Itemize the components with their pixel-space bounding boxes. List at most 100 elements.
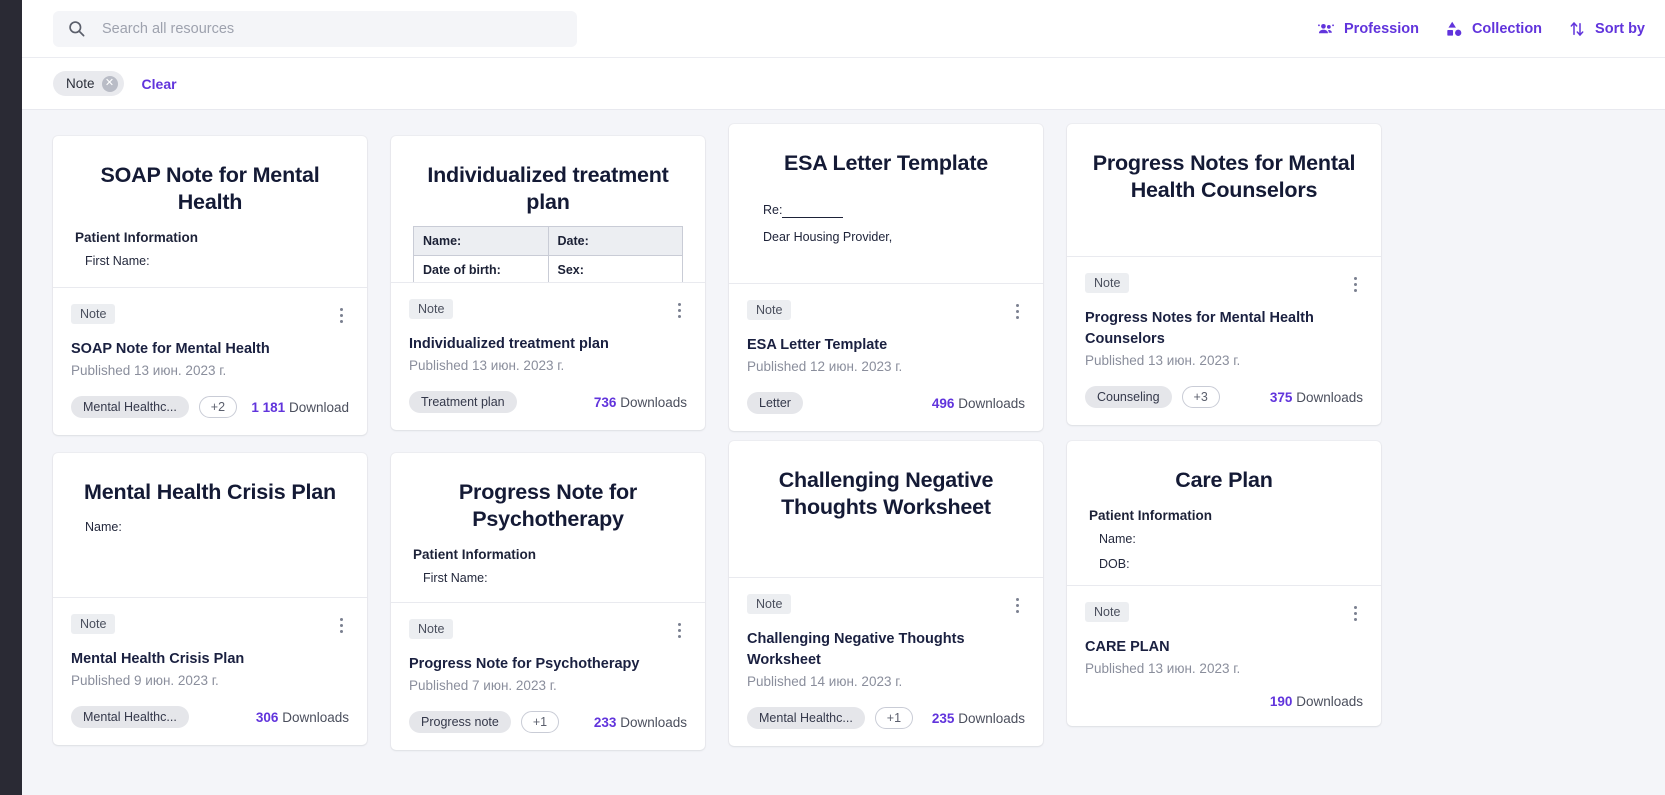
resource-type-badge: Note <box>71 304 115 324</box>
collection-filter-label: Collection <box>1472 21 1542 37</box>
card-downloads: 736 Downloads <box>594 395 687 410</box>
card-downloads-label: Downloads <box>958 396 1025 411</box>
profession-filter-button[interactable]: Profession <box>1317 20 1419 38</box>
resource-type-badge: Note <box>409 619 453 639</box>
card-preview: SOAP Note for Mental Health Patient Infor… <box>53 136 367 288</box>
card-tag-row: Letter 496 Downloads <box>747 392 1025 414</box>
card-tag[interactable]: Mental Healthc... <box>747 707 865 729</box>
card-downloads-count: 496 <box>932 396 955 411</box>
preview-body: Patient InformationFirst Name: <box>75 230 345 268</box>
card-tag-row: Counseling +3 375 Downloads <box>1085 386 1363 408</box>
resource-grid-row: Mental Health Crisis PlanName: Note Mental… <box>53 453 1665 750</box>
card-downloads-count: 1 181 <box>251 400 285 415</box>
card-tag[interactable]: Progress note <box>409 711 511 733</box>
card-downloads-count: 306 <box>256 710 279 725</box>
card-more-options-icon[interactable] <box>334 614 349 637</box>
card-downloads: 375 Downloads <box>1270 390 1363 405</box>
card-tag[interactable]: Mental Healthc... <box>71 706 189 728</box>
card-title[interactable]: Individualized treatment plan <box>409 334 687 355</box>
card-more-options-icon[interactable] <box>1010 300 1025 323</box>
card-tag[interactable]: Counseling <box>1085 386 1172 408</box>
preview-letter-re-label: Re: <box>763 203 782 217</box>
profession-filter-label: Profession <box>1344 21 1419 37</box>
preview-field-label: DOB: <box>1089 557 1359 571</box>
people-group-icon <box>1317 20 1335 38</box>
card-title[interactable]: ESA Letter Template <box>747 335 1025 356</box>
sort-by-label: Sort by <box>1595 21 1645 37</box>
card-tag[interactable]: Mental Healthc... <box>71 396 189 418</box>
card-more-options-icon[interactable] <box>1010 594 1025 617</box>
resource-type-badge: Note <box>747 594 791 614</box>
filter-chip-label: Note <box>66 76 95 91</box>
card-preview: Progress Notes for Mental Health Counsel… <box>1067 124 1381 257</box>
card-preview: Mental Health Crisis PlanName: <box>53 453 367 598</box>
preview-document-title: Mental Health Crisis Plan <box>75 479 345 506</box>
preview-table-cell: Date: <box>548 226 683 255</box>
resource-card[interactable]: Mental Health Crisis PlanName: Note Mental… <box>53 453 367 745</box>
card-more-options-icon[interactable] <box>672 619 687 642</box>
card-tag[interactable]: Treatment plan <box>409 391 517 413</box>
resource-card[interactable]: Progress Note for Psychotherapy Patient I… <box>391 453 705 750</box>
card-title[interactable]: Mental Health Crisis Plan <box>71 649 349 670</box>
card-published-date: Published 13 июн. 2023 г. <box>71 363 349 378</box>
card-more-options-icon[interactable] <box>334 304 349 327</box>
card-tag[interactable]: Letter <box>747 392 803 414</box>
preview-document-title: SOAP Note for Mental Health <box>75 162 345 216</box>
resource-type-badge: Note <box>71 614 115 634</box>
card-title[interactable]: CARE PLAN <box>1085 637 1363 658</box>
card-tag-row: Treatment plan 736 Downloads <box>409 391 687 413</box>
card-published-date: Published 9 июн. 2023 г. <box>71 673 349 688</box>
page-left-edge <box>0 0 22 795</box>
card-title[interactable]: Progress Note for Psychotherapy <box>409 654 687 675</box>
active-filters-bar: Note ✕ Clear <box>22 58 1665 110</box>
collection-filter-button[interactable]: Collection <box>1445 20 1542 38</box>
resource-card[interactable]: Progress Notes for Mental Health Counsel… <box>1067 124 1381 425</box>
resource-card[interactable]: Care PlanPatient InformationName:DOB: Not… <box>1067 441 1381 726</box>
search-input[interactable] <box>100 20 563 38</box>
preview-document-title: Individualized treatment plan <box>413 162 683 216</box>
card-more-options-icon[interactable] <box>1348 273 1363 296</box>
card-tag-overflow-count[interactable]: +3 <box>1182 386 1220 408</box>
card-footer-top: Note <box>1085 602 1363 625</box>
preview-table-row: Date of birth:Sex: <box>414 255 683 283</box>
card-tag-row: Mental Healthc... +1 235 Downloads <box>747 707 1025 729</box>
card-downloads: 235 Downloads <box>932 711 1025 726</box>
card-footer-top: Note <box>747 300 1025 323</box>
sort-by-button[interactable]: Sort by <box>1568 20 1645 38</box>
card-tag-overflow-count[interactable]: +1 <box>875 707 913 729</box>
card-footer: NoteProgress Note for PsychotherapyPubli… <box>391 603 705 750</box>
preview-section-heading: Patient Information <box>1089 508 1359 523</box>
card-downloads-count: 233 <box>594 715 617 730</box>
card-preview: Care PlanPatient InformationName:DOB: <box>1067 441 1381 586</box>
card-downloads-label: Downloads <box>282 710 349 725</box>
card-footer: Note Progress Notes for Mental Health Cou… <box>1067 257 1381 425</box>
card-footer-top: Note <box>71 304 349 327</box>
card-published-date: Published 14 июн. 2023 г. <box>747 674 1025 689</box>
card-more-options-icon[interactable] <box>672 299 687 322</box>
card-title[interactable]: Progress Notes for Mental Health Counsel… <box>1085 308 1363 350</box>
card-published-date: Published 13 июн. 2023 г. <box>1085 353 1363 368</box>
card-title[interactable]: SOAP Note for Mental Health <box>71 339 349 360</box>
close-circle-icon[interactable]: ✕ <box>102 76 118 92</box>
card-downloads-label: Downloads <box>620 395 687 410</box>
card-downloads-label: Download <box>289 400 349 415</box>
filter-chip-note[interactable]: Note ✕ <box>53 71 124 96</box>
preview-letter-re-line: Re: <box>763 203 1021 217</box>
preview-body: Patient InformationFirst Name: <box>413 547 683 585</box>
resource-card[interactable]: Individualized treatment planName:Date:D… <box>391 136 705 430</box>
resource-card[interactable]: SOAP Note for Mental Health Patient Infor… <box>53 136 367 435</box>
card-footer-top: Note <box>747 594 1025 617</box>
search-box[interactable] <box>53 11 577 47</box>
resource-card[interactable]: ESA Letter TemplateRe: Dear Housing Prov… <box>729 124 1043 431</box>
preview-document-title: ESA Letter Template <box>751 150 1021 177</box>
preview-table-cell: Sex: <box>548 255 683 283</box>
resource-card[interactable]: Challenging Negative Thoughts Worksheet N… <box>729 441 1043 746</box>
resource-type-badge: Note <box>1085 273 1129 293</box>
clear-filters-button[interactable]: Clear <box>142 76 177 92</box>
card-title[interactable]: Challenging Negative Thoughts Worksheet <box>747 629 1025 671</box>
card-footer-top: Note <box>409 619 687 642</box>
card-tag-overflow-count[interactable]: +2 <box>199 396 237 418</box>
card-tag-overflow-count[interactable]: +1 <box>521 711 559 733</box>
card-more-options-icon[interactable] <box>1348 602 1363 625</box>
card-downloads-label: Downloads <box>958 711 1025 726</box>
